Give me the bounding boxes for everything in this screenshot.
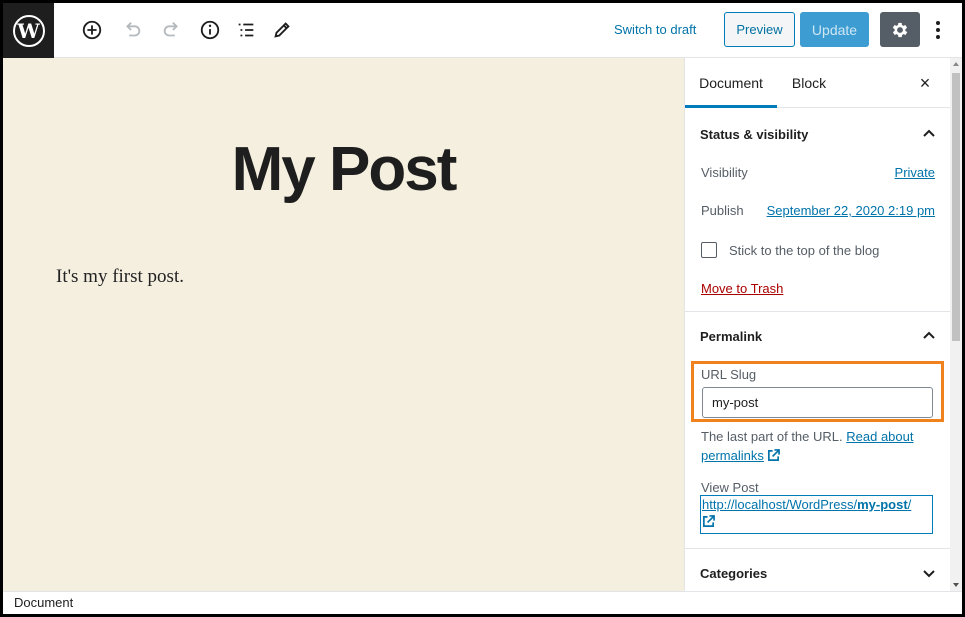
publish-label: Publish xyxy=(701,203,744,218)
top-toolbar: W Switch to draft Preview Update xyxy=(3,3,962,58)
sticky-label[interactable]: Stick to the top of the blog xyxy=(729,243,879,258)
logo-letter: W xyxy=(17,18,40,43)
view-post-url-prefix: http://localhost/WordPress/ xyxy=(702,497,858,512)
status-visibility-toggle[interactable]: Status & visibility xyxy=(685,110,950,158)
info-button[interactable] xyxy=(196,16,224,44)
chevron-down-icon xyxy=(923,570,935,578)
settings-button[interactable] xyxy=(880,12,920,47)
undo-icon xyxy=(126,22,141,37)
redo-icon xyxy=(163,22,178,37)
sidebar-tabs: Document Block × xyxy=(685,58,950,108)
panel-title: Status & visibility xyxy=(700,126,809,142)
visibility-toggle[interactable]: Private xyxy=(895,165,935,180)
categories-toggle[interactable]: Categories xyxy=(685,549,950,591)
update-button[interactable]: Update xyxy=(800,12,869,47)
view-post-url-suffix: / xyxy=(907,497,912,512)
wordpress-logo-icon: W xyxy=(12,14,45,47)
info-icon xyxy=(200,20,220,40)
close-sidebar-button[interactable]: × xyxy=(915,73,935,93)
help-text: The last part of the URL. xyxy=(701,429,843,444)
tab-document[interactable]: Document xyxy=(685,58,777,108)
scroll-thumb[interactable] xyxy=(952,73,960,341)
url-slug-label: URL Slug xyxy=(701,367,757,382)
sticky-checkbox[interactable] xyxy=(701,242,717,258)
edit-icon xyxy=(274,22,290,38)
url-slug-input[interactable] xyxy=(702,387,933,418)
external-link-icon xyxy=(768,449,781,461)
add-block-button[interactable] xyxy=(78,16,106,44)
post-title[interactable]: My Post xyxy=(3,134,684,205)
add-block-icon xyxy=(82,20,102,40)
more-options-button[interactable] xyxy=(928,16,948,44)
publish-date-toggle[interactable]: September 22, 2020 2:19 pm xyxy=(767,203,935,218)
settings-sidebar: Document Block × Status & visibility Vis… xyxy=(684,58,950,591)
external-link-icon xyxy=(703,515,715,527)
permalink-help: The last part of the URL. Read about per… xyxy=(701,427,936,465)
footer-breadcrumb: Document xyxy=(3,591,962,614)
editor-window: W Switch to draft Preview Update My Post… xyxy=(0,0,965,617)
vertical-ellipsis-icon xyxy=(936,21,940,25)
paragraph-block[interactable]: It's my first post. xyxy=(56,266,184,288)
view-post-label: View Post xyxy=(701,480,759,495)
permalink-toggle[interactable]: Permalink xyxy=(685,312,950,360)
close-icon: × xyxy=(919,72,931,93)
scroll-down-arrow-icon[interactable] xyxy=(953,583,959,587)
gear-icon xyxy=(892,22,908,37)
chevron-up-icon xyxy=(923,331,935,339)
view-post-url-slug: my-post xyxy=(857,497,908,512)
move-to-trash-button[interactable]: Move to Trash xyxy=(701,281,783,296)
panel-title: Permalink xyxy=(700,328,763,344)
view-post-link[interactable]: http://localhost/WordPress/my-post/ xyxy=(700,495,933,534)
redo-button[interactable] xyxy=(158,16,186,44)
preview-button[interactable]: Preview xyxy=(724,12,795,47)
list-view-button[interactable] xyxy=(232,16,260,44)
breadcrumb-document[interactable]: Document xyxy=(14,595,73,610)
scroll-up-arrow-icon[interactable] xyxy=(953,62,959,66)
permalinks-link[interactable]: permalinks xyxy=(701,448,764,463)
visibility-label: Visibility xyxy=(701,165,748,180)
sidebar-scrollbar[interactable] xyxy=(950,58,962,591)
undo-button[interactable] xyxy=(118,16,146,44)
read-about-link[interactable]: Read about xyxy=(846,429,913,444)
tab-block[interactable]: Block xyxy=(785,58,833,108)
list-view-icon xyxy=(238,23,254,37)
wordpress-logo-button[interactable]: W xyxy=(3,3,54,58)
editor-canvas[interactable]: My Post It's my first post. xyxy=(3,58,684,591)
chevron-up-icon xyxy=(923,129,935,137)
switch-to-draft-button[interactable]: Switch to draft xyxy=(614,22,696,37)
panel-title: Categories xyxy=(700,565,768,581)
tools-button[interactable] xyxy=(268,16,296,44)
